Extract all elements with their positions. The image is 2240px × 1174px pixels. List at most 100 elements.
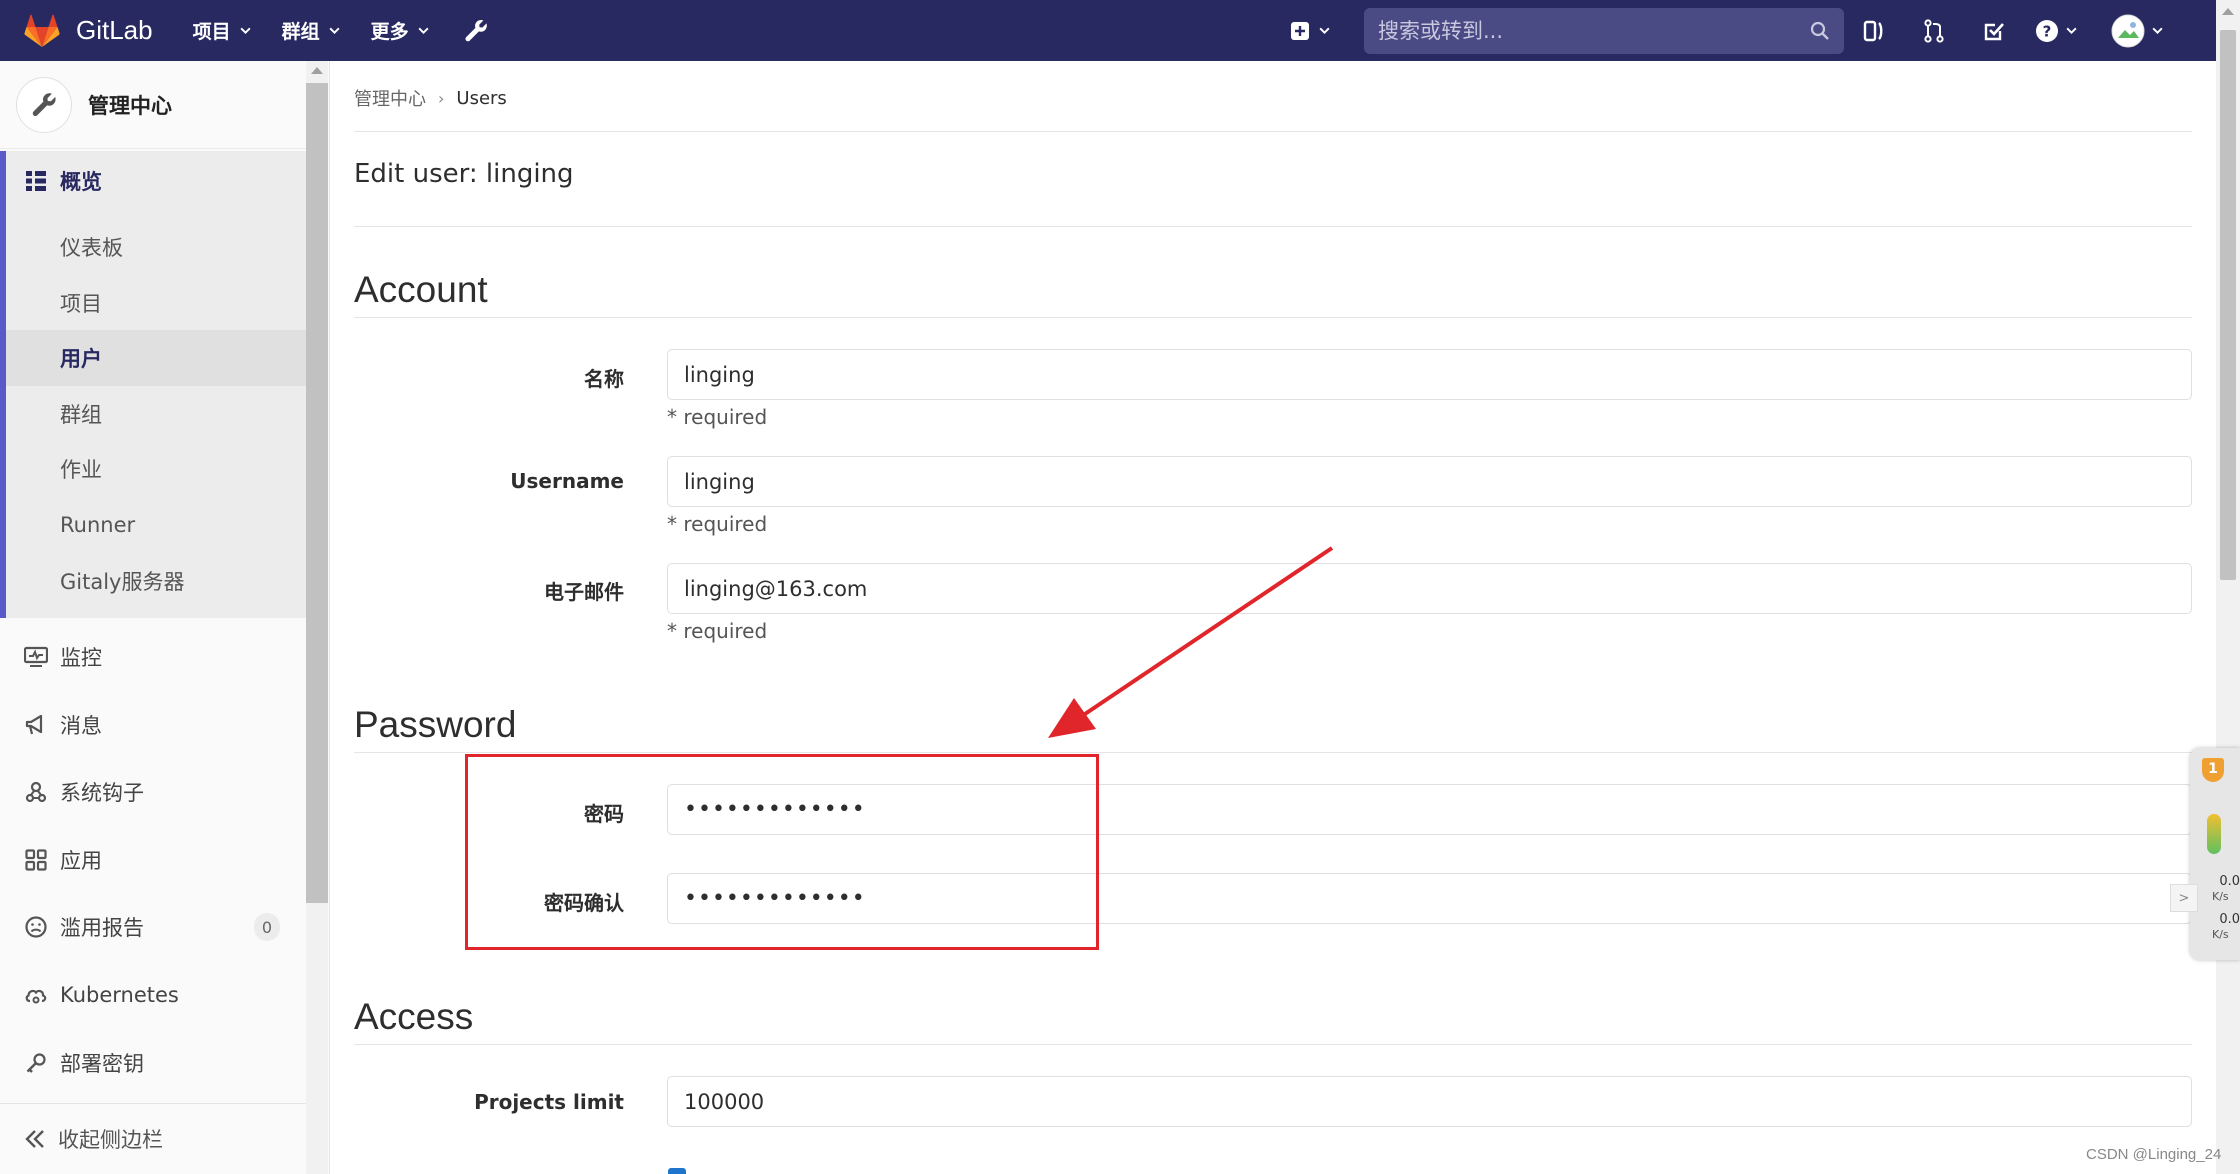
upload-unit: K/s: [2212, 890, 2229, 903]
scroll-up-arrow-icon[interactable]: [2222, 8, 2234, 15]
sidebar-subitem-jobs[interactable]: 作业: [6, 441, 306, 497]
sidebar-subitem-runners[interactable]: Runner: [6, 497, 306, 553]
shield-alert-icon: 1: [2202, 758, 2224, 782]
page-title: Edit user: linging: [354, 159, 574, 189]
widget-toggle-icon[interactable]: >: [2170, 884, 2198, 912]
user-menu-dropdown[interactable]: [2102, 14, 2172, 48]
gitlab-logo-icon: [24, 14, 60, 47]
download-unit: K/s: [2212, 928, 2229, 941]
key-icon: [24, 1051, 48, 1075]
sidebar-subitem-dashboard[interactable]: 仪表板: [6, 219, 306, 275]
hook-icon: [24, 780, 48, 804]
username-label: Username: [510, 469, 624, 493]
todo-check-icon: [1984, 22, 2004, 40]
username-input[interactable]: [667, 456, 2192, 507]
projects-limit-input[interactable]: [667, 1076, 2192, 1127]
sidebar-scrollbar-thumb[interactable]: [306, 83, 328, 903]
email-help: * required: [667, 619, 768, 643]
sidebar-item-label: 消息: [60, 714, 102, 738]
abuse-reports-count-badge: 0: [254, 913, 280, 941]
name-input[interactable]: [667, 349, 2192, 400]
sidebar-item-label: 部署密钥: [60, 1052, 144, 1076]
breadcrumb-separator-icon: ›: [438, 88, 445, 108]
sidebar-subitem-gitaly-servers[interactable]: Gitaly服务器: [6, 553, 306, 609]
search-icon[interactable]: [1810, 21, 1830, 41]
nav-menu: 项目 群组 更多: [193, 17, 490, 45]
brand[interactable]: GitLab: [22, 0, 153, 61]
sidebar-item-label: 滥用报告: [60, 916, 144, 940]
sidebar-subitem-label: 群组: [60, 403, 102, 427]
sidebar-subitem-groups[interactable]: 群组: [6, 386, 306, 442]
sidebar-item-overview-label: 概览: [60, 170, 102, 194]
sidebar-scrollbar[interactable]: [306, 61, 328, 1174]
breadcrumb-current[interactable]: Users: [456, 88, 506, 109]
applications-grid-icon: [24, 848, 48, 872]
nav-projects-label: 项目: [192, 21, 231, 43]
sidebar-avatar: [16, 76, 72, 133]
nav-more-label: 更多: [370, 21, 409, 43]
sad-face-icon: [24, 915, 48, 939]
merge-request-icon: [1924, 18, 1944, 43]
sidebar-subitem-label: Runner: [60, 513, 136, 537]
issues-nav-button[interactable]: [1844, 18, 1904, 44]
nav-groups-dropdown[interactable]: 群组: [282, 17, 341, 44]
name-help: * required: [667, 405, 768, 429]
name-label: 名称: [584, 367, 624, 391]
sidebar-title: 管理中心: [88, 93, 172, 118]
sidebar-subitem-label: Gitaly服务器: [60, 570, 185, 594]
projects-limit-label: Projects limit: [474, 1090, 624, 1114]
page-scrollbar-thumb[interactable]: [2220, 30, 2236, 580]
annotation-arrow-icon: [1048, 546, 1334, 738]
scroll-up-arrow-icon[interactable]: [311, 67, 323, 74]
sidebar-subitem-label: 仪表板: [60, 236, 123, 260]
sidebar-item-monitoring[interactable]: 监控: [0, 629, 306, 685]
top-navbar: GitLab 项目 群组 更多 搜索或转到... ?: [0, 0, 2216, 61]
divider: [354, 226, 2192, 227]
user-avatar-icon: [2111, 14, 2144, 47]
network-speed-widget[interactable]: 1 0.0 K/s 0.0 K/s: [2190, 748, 2240, 960]
chevron-down-icon: [418, 27, 429, 35]
breadcrumb-admin-link[interactable]: 管理中心: [354, 85, 426, 111]
sidebar-subitem-projects[interactable]: 项目: [6, 275, 306, 331]
sidebar-item-messages[interactable]: 消息: [0, 697, 306, 753]
chevron-down-icon: [1319, 27, 1330, 35]
merge-requests-nav-button[interactable]: [1904, 18, 1964, 44]
search-input[interactable]: [1378, 18, 1810, 43]
sidebar-item-deploy-keys[interactable]: 部署密钥: [0, 1035, 306, 1091]
annotation-highlight-box: [465, 754, 1099, 950]
sidebar-item-abuse-reports[interactable]: 滥用报告 0: [0, 899, 306, 955]
chevron-down-icon: [240, 27, 251, 35]
nav-projects-dropdown[interactable]: 项目: [193, 17, 252, 44]
admin-wrench-icon[interactable]: [462, 17, 490, 45]
nav-groups-label: 群组: [281, 21, 320, 43]
email-input[interactable]: [667, 563, 2192, 614]
sidebar-item-label: 监控: [60, 646, 102, 670]
nav-more-dropdown[interactable]: 更多: [371, 17, 430, 44]
collapse-sidebar-button[interactable]: 收起侧边栏: [0, 1103, 306, 1174]
watermark: CSDN @Linging_24: [2086, 1146, 2222, 1163]
cloud-gear-icon: [24, 983, 48, 1007]
sidebar-subitem-label: 用户: [60, 347, 102, 371]
sidebar-item-kubernetes[interactable]: Kubernetes: [0, 967, 306, 1023]
divider: [354, 1044, 2192, 1045]
sidebar-item-system-hooks[interactable]: 系统钩子: [0, 764, 306, 820]
sidebar-subitem-users[interactable]: 用户: [6, 330, 306, 386]
chevron-down-icon: [2065, 27, 2077, 35]
chevron-down-icon: [329, 27, 340, 35]
breadcrumb: 管理中心 › Users: [354, 85, 507, 111]
sidebar-header[interactable]: 管理中心: [0, 61, 306, 149]
checkbox-partial[interactable]: [668, 1168, 686, 1174]
todos-nav-button[interactable]: [1964, 19, 2024, 43]
help-dropdown[interactable]: ?: [2024, 19, 2088, 43]
email-label: 电子邮件: [544, 580, 624, 604]
sidebar-item-applications[interactable]: 应用: [0, 832, 306, 888]
sidebar-item-overview[interactable]: 概览: [0, 153, 306, 209]
new-item-dropdown[interactable]: [1290, 21, 1360, 41]
svg-text:?: ?: [2042, 22, 2051, 40]
help-icon: ?: [2035, 19, 2058, 42]
divider: [354, 131, 2192, 132]
page-scrollbar[interactable]: [2216, 0, 2240, 1174]
monitor-icon: [24, 645, 48, 669]
overview-grid-icon: [24, 169, 48, 193]
download-rate: 0.0: [2219, 912, 2240, 927]
